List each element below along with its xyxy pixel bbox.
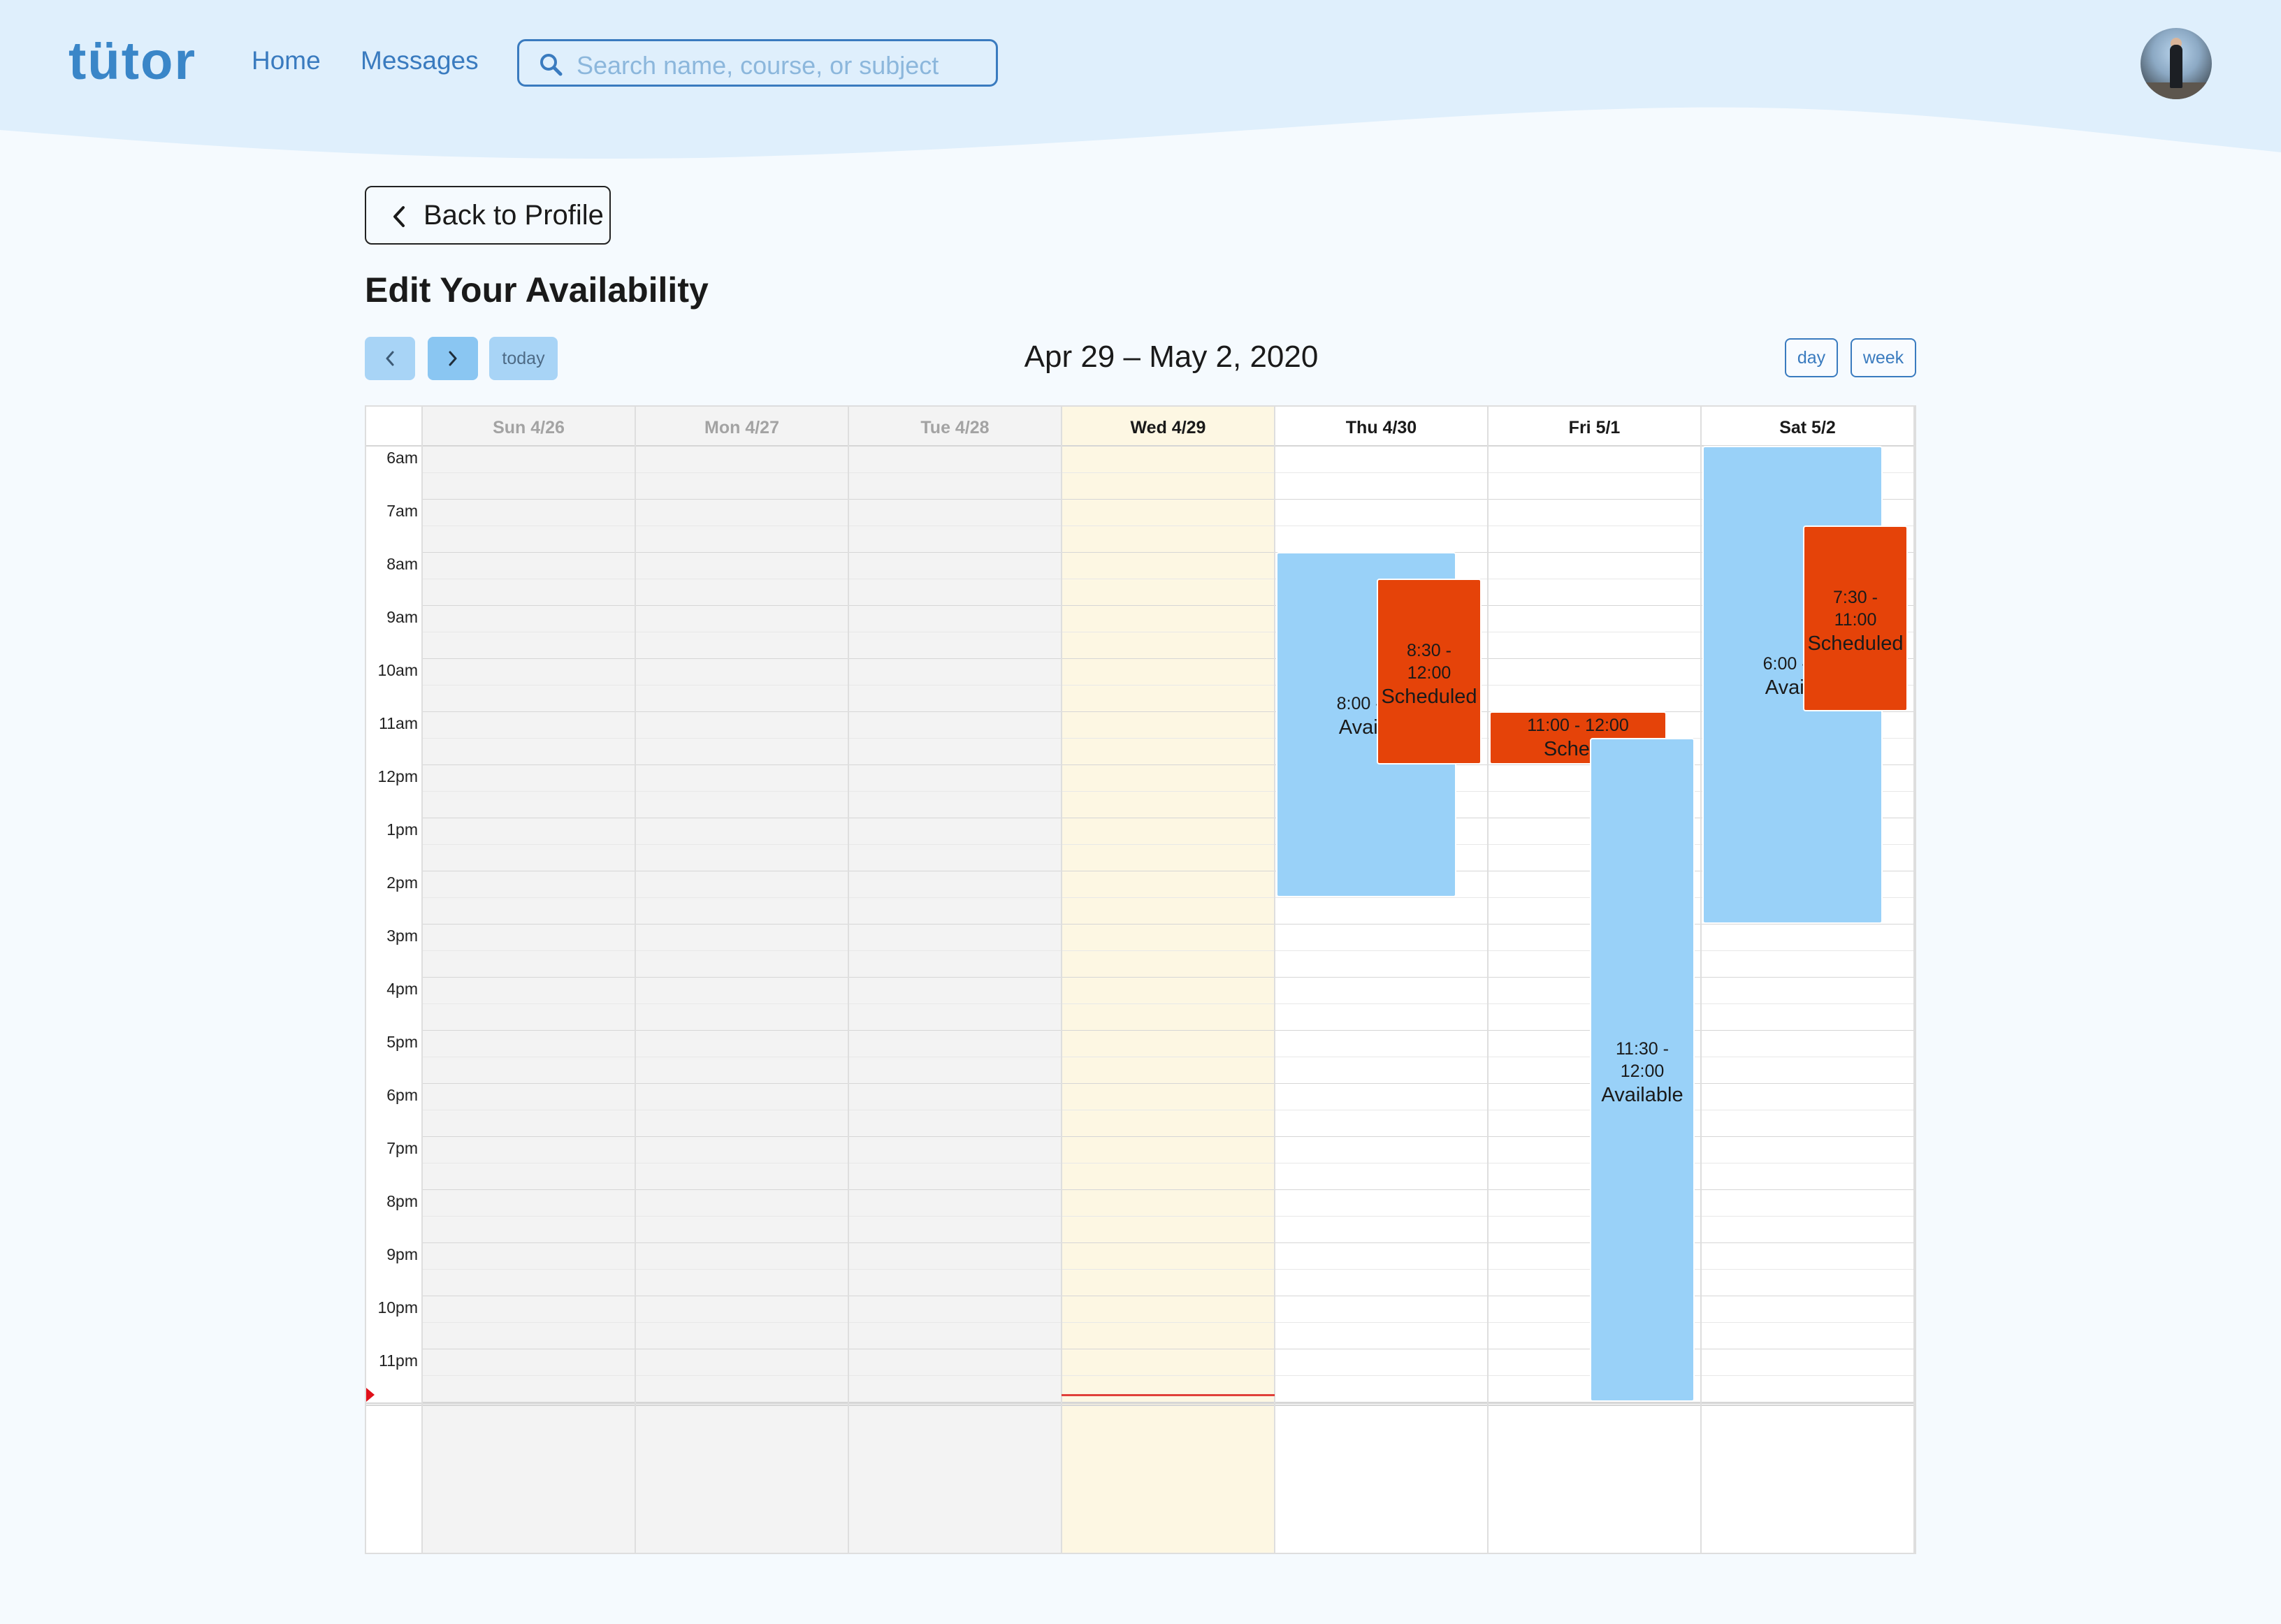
event-time: 8:30 - 12:00 xyxy=(1407,641,1451,683)
available-event[interactable]: 11:30 - 12:00 Available xyxy=(1590,738,1695,1402)
chevron-right-icon xyxy=(449,351,457,366)
time-label: 9pm xyxy=(386,1245,418,1263)
next-week-button[interactable] xyxy=(428,337,478,380)
time-label: 5pm xyxy=(386,1033,418,1051)
day-header: Fri 5/1 xyxy=(1568,418,1621,437)
event-time: 7:30 - 11:00 xyxy=(1833,588,1878,630)
grid-separator xyxy=(366,1405,1914,1406)
day-header: Sun 4/26 xyxy=(493,418,565,437)
event-time: 11:30 - 12:00 xyxy=(1616,1039,1669,1081)
grid-line xyxy=(422,685,1914,686)
grid-line xyxy=(422,605,1914,606)
time-label: 4pm xyxy=(386,980,418,998)
date-range-title: Apr 29 – May 2, 2020 xyxy=(1024,340,1319,374)
grid-column-line xyxy=(1700,407,1702,1553)
search-icon xyxy=(540,54,563,76)
header-background xyxy=(0,0,2281,159)
time-label: 1pm xyxy=(386,820,418,839)
grid-line xyxy=(422,552,1914,553)
time-label: 8am xyxy=(386,555,418,573)
day-view-button[interactable]: day xyxy=(1785,338,1838,377)
time-label: 11pm xyxy=(379,1351,418,1370)
scheduled-event[interactable]: 8:30 - 12:00 Scheduled xyxy=(1377,579,1482,764)
grid-separator xyxy=(366,445,1914,447)
day-header: Sat 5/2 xyxy=(1779,418,1836,437)
day-header: Mon 4/27 xyxy=(704,418,779,437)
today-button[interactable]: today xyxy=(489,337,558,380)
grid-line xyxy=(422,472,1914,473)
grid-line xyxy=(422,499,1914,500)
event-time: 11:00 - 12:00 xyxy=(1527,716,1629,735)
week-calendar: Sun 4/26 Mon 4/27 Tue 4/28 Wed 4/29 Thu 4/30… xyxy=(365,405,1916,1554)
event-title: Scheduled xyxy=(1381,686,1477,708)
grid-column-line xyxy=(1913,407,1915,1553)
grid-column-line xyxy=(1274,407,1275,1553)
search-input[interactable]: Search name, course, or subject xyxy=(517,39,998,87)
event-title: Available xyxy=(1601,1084,1683,1106)
page-title: Edit Your Availability xyxy=(365,270,709,310)
back-to-profile-button[interactable]: Back to Profile xyxy=(365,186,611,245)
week-view-button[interactable]: week xyxy=(1851,338,1916,377)
grid-column-line xyxy=(421,407,423,1553)
tutor-logo[interactable]: tütor xyxy=(68,31,196,92)
time-label: 9am xyxy=(386,608,418,626)
grid-column-line xyxy=(848,407,849,1553)
search-placeholder: Search name, course, or subject xyxy=(577,51,939,80)
chevron-left-icon xyxy=(393,206,405,227)
time-label: 10pm xyxy=(377,1298,418,1317)
grid-line xyxy=(422,658,1914,659)
time-label: 2pm xyxy=(386,873,418,892)
grid-column-line xyxy=(635,407,636,1553)
event-title: Scheduled xyxy=(1807,632,1904,655)
time-label: 7pm xyxy=(386,1139,418,1157)
now-indicator-arrow xyxy=(366,1387,375,1402)
time-label: 3pm xyxy=(386,927,418,945)
time-label: 6pm xyxy=(386,1086,418,1104)
time-label: 6am xyxy=(386,449,418,467)
nav-messages-link[interactable]: Messages xyxy=(361,46,479,75)
time-label: 11am xyxy=(379,714,418,732)
time-label: 10am xyxy=(377,661,418,679)
scheduled-event[interactable]: 7:30 - 11:00 Scheduled xyxy=(1803,525,1908,711)
grid-line xyxy=(422,711,1914,712)
user-avatar[interactable] xyxy=(2141,28,2212,99)
back-button-label: Back to Profile xyxy=(423,200,604,231)
day-header: Thu 4/30 xyxy=(1345,418,1417,437)
time-label: 12pm xyxy=(377,767,418,785)
time-label: 7am xyxy=(386,502,418,520)
grid-line xyxy=(422,525,1914,526)
grid-column-line xyxy=(1487,407,1489,1553)
now-indicator-line xyxy=(1062,1393,1275,1396)
day-header: Wed 4/29 xyxy=(1130,418,1206,437)
time-label: 8pm xyxy=(386,1192,418,1210)
grid-separator xyxy=(366,1402,1914,1404)
day-header: Tue 4/28 xyxy=(920,418,990,437)
grid-column-line xyxy=(1061,407,1062,1553)
nav-home-link[interactable]: Home xyxy=(252,46,321,75)
prev-week-button[interactable] xyxy=(365,337,415,380)
chevron-left-icon xyxy=(386,351,394,366)
